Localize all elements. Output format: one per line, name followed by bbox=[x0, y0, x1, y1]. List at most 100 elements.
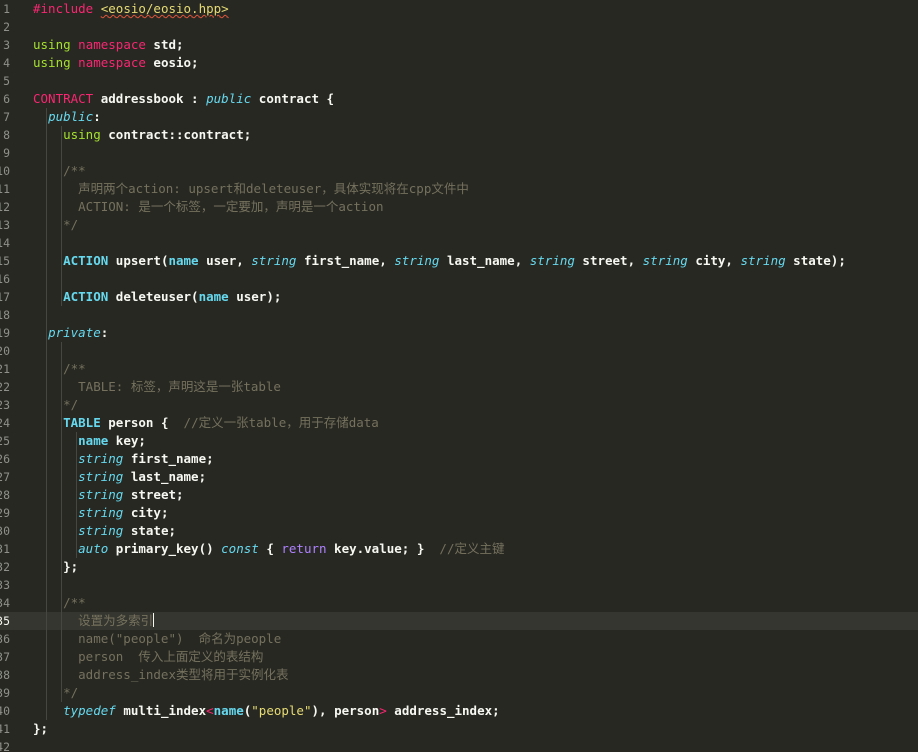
indent-guide bbox=[46, 576, 48, 594]
code-token: addressbook : bbox=[93, 91, 207, 106]
code-token: user, bbox=[198, 253, 252, 268]
code-token: 设置为多索引 bbox=[33, 613, 154, 628]
code-text: private: bbox=[33, 324, 108, 342]
line-number: 38 bbox=[0, 668, 10, 682]
code-token: key.value; } bbox=[326, 541, 440, 556]
code-token: auto bbox=[78, 541, 109, 556]
code-text: string state; bbox=[33, 522, 176, 540]
code-text: string street; bbox=[33, 486, 183, 504]
line-number: 11 bbox=[0, 182, 10, 196]
code-token: person { bbox=[100, 415, 184, 430]
code-text: 声明两个action: upsert和deleteuser，具体实现将在cpp文… bbox=[33, 180, 469, 198]
code-token: 声明两个action: upsert和deleteuser，具体实现将在cpp文… bbox=[33, 181, 469, 196]
line-number: 7 bbox=[3, 110, 10, 124]
code-line[interactable]: 22 TABLE: 标签，声明这是一张table bbox=[0, 378, 918, 396]
code-token: state); bbox=[785, 253, 846, 268]
code-line[interactable]: 14 bbox=[0, 234, 918, 252]
code-line[interactable]: 6 CONTRACT addressbook : public contract … bbox=[0, 90, 918, 108]
code-token: "people" bbox=[251, 703, 312, 718]
code-line[interactable]: 31 auto primary_key() const { return key… bbox=[0, 540, 918, 558]
code-line[interactable]: 5 bbox=[0, 72, 918, 90]
code-token: }; bbox=[33, 721, 49, 736]
code-token: key; bbox=[108, 433, 146, 448]
code-line[interactable]: 11 声明两个action: upsert和deleteuser，具体实现将在c… bbox=[0, 180, 918, 198]
text-cursor bbox=[153, 613, 155, 627]
code-line[interactable]: 28 string street; bbox=[0, 486, 918, 504]
code-line[interactable]: 15 ACTION upsert(name user, string first… bbox=[0, 252, 918, 270]
line-number: 12 bbox=[0, 200, 10, 214]
line-number: 24 bbox=[0, 416, 10, 430]
code-line[interactable]: 10 /** bbox=[0, 162, 918, 180]
line-number: 27 bbox=[0, 470, 10, 484]
code-line[interactable]: 16 bbox=[0, 270, 918, 288]
indent-guide bbox=[61, 234, 63, 252]
code-token: /** bbox=[33, 163, 86, 178]
code-token: name bbox=[198, 289, 229, 304]
code-line[interactable]: 7 public: bbox=[0, 108, 918, 126]
code-token: string bbox=[78, 469, 124, 484]
line-number: 26 bbox=[0, 452, 10, 466]
indent-guide bbox=[46, 234, 48, 252]
code-line[interactable]: 4 using namespace eosio; bbox=[0, 54, 918, 72]
code-token: string bbox=[642, 253, 688, 268]
code-line[interactable]: 32 }; bbox=[0, 558, 918, 576]
code-line[interactable]: 35 设置为多索引 bbox=[0, 612, 918, 630]
code-line[interactable]: 37 person 传入上面定义的表结构 bbox=[0, 648, 918, 666]
code-line[interactable]: 27 string last_name; bbox=[0, 468, 918, 486]
code-line[interactable]: 19 private: bbox=[0, 324, 918, 342]
code-token: /** bbox=[33, 595, 86, 610]
line-number: 2 bbox=[3, 20, 10, 34]
line-number: 30 bbox=[0, 524, 10, 538]
code-line[interactable]: 34 /** bbox=[0, 594, 918, 612]
code-token: : bbox=[100, 325, 109, 340]
code-line[interactable]: 42 bbox=[0, 738, 918, 752]
code-token: using bbox=[63, 127, 101, 142]
code-token: contract::contract; bbox=[100, 127, 252, 142]
code-line[interactable]: 9 bbox=[0, 144, 918, 162]
code-line[interactable]: 24 TABLE person { //定义一张table，用于存储data bbox=[0, 414, 918, 432]
code-line[interactable]: 33 bbox=[0, 576, 918, 594]
line-number: 35 bbox=[0, 614, 10, 628]
code-line[interactable]: 13 */ bbox=[0, 216, 918, 234]
code-text: TABLE: 标签，声明这是一张table bbox=[33, 378, 281, 396]
code-line[interactable]: 23 */ bbox=[0, 396, 918, 414]
code-line[interactable]: 38 address_index类型将用于实例化表 bbox=[0, 666, 918, 684]
code-line[interactable]: 2 bbox=[0, 18, 918, 36]
code-line[interactable]: 29 string city; bbox=[0, 504, 918, 522]
code-token: TABLE bbox=[63, 415, 101, 430]
code-line[interactable]: 40 typedef multi_index<name("people"), p… bbox=[0, 702, 918, 720]
code-editor[interactable]: 1 #include <eosio/eosio.hpp> 2 3 using names… bbox=[0, 0, 918, 752]
code-token: primary_key() bbox=[108, 541, 222, 556]
code-line[interactable]: 3 using namespace std; bbox=[0, 36, 918, 54]
code-token: street, bbox=[574, 253, 643, 268]
line-number: 18 bbox=[0, 308, 10, 322]
code-line[interactable]: 1 #include <eosio/eosio.hpp> bbox=[0, 0, 918, 18]
indent-guide bbox=[61, 342, 63, 360]
code-token: //定义一张table，用于存储data bbox=[183, 415, 379, 430]
code-token: */ bbox=[33, 685, 79, 700]
code-line[interactable]: 17 ACTION deleteuser(name user); bbox=[0, 288, 918, 306]
code-line[interactable]: 20 bbox=[0, 342, 918, 360]
line-number: 8 bbox=[3, 128, 10, 142]
code-line[interactable]: 25 name key; bbox=[0, 432, 918, 450]
code-line[interactable]: 30 string state; bbox=[0, 522, 918, 540]
code-line[interactable]: 39 */ bbox=[0, 684, 918, 702]
code-token: > bbox=[379, 703, 387, 718]
code-line[interactable]: 21 /** bbox=[0, 360, 918, 378]
code-token: public bbox=[48, 109, 94, 124]
code-line[interactable]: 41}; bbox=[0, 720, 918, 738]
code-text: address_index类型将用于实例化表 bbox=[33, 666, 288, 684]
code-line[interactable]: 36 name("people") 命名为people bbox=[0, 630, 918, 648]
code-token: : bbox=[93, 109, 101, 124]
code-text: using namespace std; bbox=[33, 36, 184, 54]
code-line[interactable]: 26 string first_name; bbox=[0, 450, 918, 468]
code-line[interactable]: 8 using contract::contract; bbox=[0, 126, 918, 144]
line-number: 6 bbox=[3, 92, 10, 106]
code-line[interactable]: 12 ACTION: 是一个标签，一定要加，声明是一个action bbox=[0, 198, 918, 216]
code-line[interactable]: 18 bbox=[0, 306, 918, 324]
